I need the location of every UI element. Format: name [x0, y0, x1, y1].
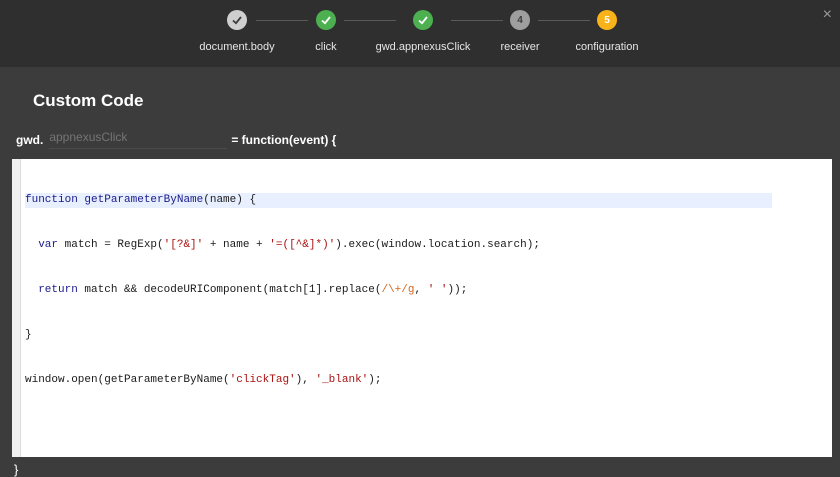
step-number: 4 [510, 10, 530, 30]
step-label: gwd.appnexusClick [375, 41, 471, 53]
editor-gutter [12, 159, 21, 457]
page-title: Custom Code [33, 91, 144, 110]
code-line: window.open(getParameterByName('clickTag… [25, 374, 382, 386]
code-line: var match = RegExp('[?&]' + name + '=([^… [38, 239, 540, 251]
code-line: return match && decodeURIComponent(match… [38, 284, 468, 296]
signature-prefix: gwd. [16, 132, 44, 147]
function-signature: gwd. = function(event) { [16, 130, 336, 149]
wizard-steps-bar: document.body click gwd.appnexusClick 4 … [0, 0, 840, 67]
code-line: } [25, 329, 32, 341]
code-editor[interactable]: function getParameterByName(name) { var … [12, 159, 832, 457]
step-configuration[interactable]: 5 configuration [552, 10, 662, 53]
step-label: configuration [575, 41, 639, 53]
closing-brace: } [14, 462, 19, 477]
code-line: function getParameterByName(name) { [25, 193, 772, 208]
code-content[interactable]: function getParameterByName(name) { var … [25, 163, 832, 418]
function-name-input[interactable] [49, 130, 228, 149]
step-gwd-appnexusclick[interactable]: gwd.appnexusClick [368, 10, 478, 53]
check-icon [227, 10, 247, 30]
step-label: click [315, 41, 337, 53]
check-icon [413, 10, 433, 30]
close-icon[interactable]: × [823, 6, 832, 24]
step-click[interactable]: click [271, 10, 381, 53]
check-icon [316, 10, 336, 30]
step-number: 5 [597, 10, 617, 30]
signature-suffix: = function(event) { [231, 132, 337, 147]
